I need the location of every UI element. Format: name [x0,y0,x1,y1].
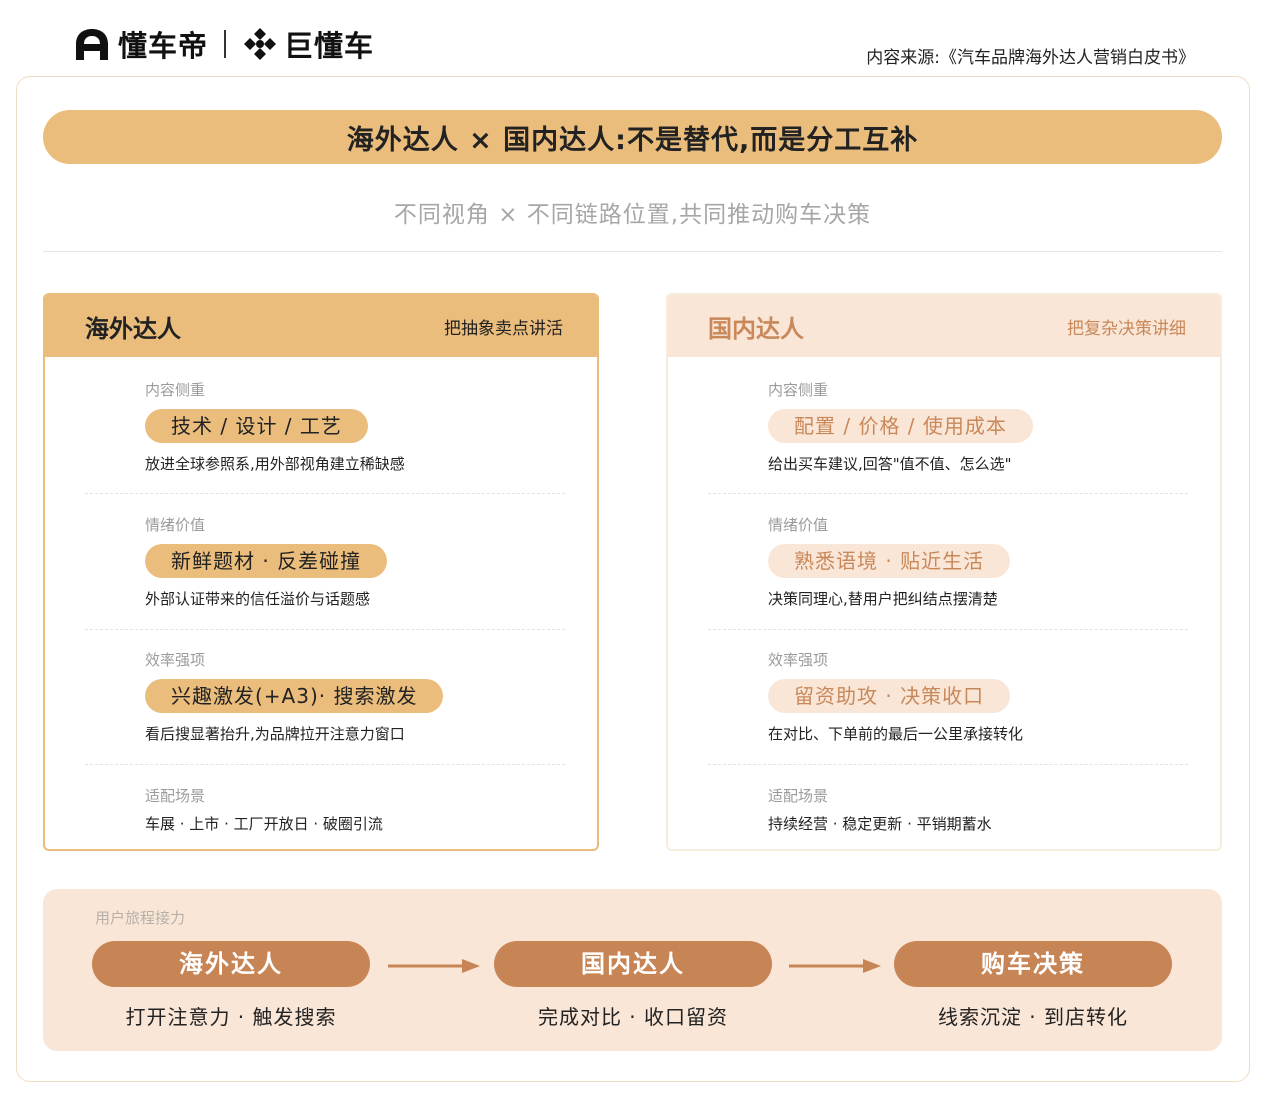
section-pill: 新鲜题材 · 反差碰撞 [145,544,388,578]
card-tagline: 把抽象卖点讲活 [444,318,563,339]
brand-name-2: 巨懂车 [284,29,375,63]
section-pill: 留资助攻 · 决策收口 [768,679,1011,713]
step-desc: 打开注意力 · 触发搜索 [125,1005,337,1029]
step-desc: 完成对比 · 收口留资 [537,1005,729,1029]
step-title: 海外达人 [92,941,370,987]
judongche-logo-icon [244,28,277,60]
section-desc: 看后搜显著抬升,为品牌拉开注意力窗口 [145,725,405,743]
step-desc: 线索沉淀 · 到店转化 [937,1005,1129,1029]
divider [43,251,1222,252]
card-header: 国内达人 把复杂决策讲细 [668,295,1220,357]
journey-step-overseas: 海外达人 打开注意力 · 触发搜索 [92,941,370,1030]
section-label: 适配场景 [145,787,206,805]
section-desc: 在对比、下单前的最后一公里承接转化 [768,725,1024,743]
section-desc: 持续经营 · 稳定更新 · 平销期蓄水 [768,815,992,833]
arrow-right-icon [388,959,480,973]
section-label: 效率强项 [768,651,829,669]
user-journey: 用户旅程接力 海外达人 打开注意力 · 触发搜索 国内达人 完成对比 · 收口留… [43,889,1222,1051]
section-label: 效率强项 [145,651,206,669]
section-pill: 配置 / 价格 / 使用成本 [768,409,1033,443]
section-pill: 熟悉语境 · 贴近生活 [768,544,1011,578]
card-title: 海外达人 [85,314,181,343]
journey-step-domestic: 国内达人 完成对比 · 收口留资 [494,941,772,1030]
section-scenarios: 适配场景 持续经营 · 稳定更新 · 平销期蓄水 [768,785,1188,834]
brand-name-1: 懂车帝 [118,29,209,63]
section-efficiency: 效率强项 兴趣激发(+A3)· 搜索激发 看后搜显著抬升,为品牌拉开注意力窗口 [145,649,565,744]
page-title: 海外达人 × 国内达人:不是替代,而是分工互补 [43,110,1222,164]
section-content-focus: 内容侧重 配置 / 价格 / 使用成本 给出买车建议,回答"值不值、怎么选" [768,379,1188,474]
dashed-divider [85,629,565,630]
section-efficiency: 效率强项 留资助攻 · 决策收口 在对比、下单前的最后一公里承接转化 [768,649,1188,744]
section-label: 内容侧重 [145,381,206,399]
section-desc: 放进全球参照系,用外部视角建立稀缺感 [145,455,405,473]
logo-divider [224,30,227,58]
top-bar: 懂车帝 巨懂车 内容来源:《汽车品牌海外达人营销白皮书》 [0,0,1265,76]
card-header: 海外达人 把抽象卖点讲活 [45,295,597,357]
card-title: 国内达人 [708,314,804,343]
dongchedi-logo-icon [76,29,108,60]
step-title: 购车决策 [894,941,1172,987]
section-label: 情绪价值 [145,516,206,534]
dashed-divider [85,493,565,494]
step-title: 国内达人 [494,941,772,987]
journey-label: 用户旅程接力 [95,909,186,927]
card-overseas: 海外达人 把抽象卖点讲活 内容侧重 技术 / 设计 / 工艺 放进全球参照系,用… [43,293,599,851]
section-label: 内容侧重 [768,381,829,399]
section-emotional-value: 情绪价值 新鲜题材 · 反差碰撞 外部认证带来的信任溢价与话题感 [145,514,565,609]
page-subtitle: 不同视角 × 不同链路位置,共同推动购车决策 [393,202,872,228]
section-pill: 技术 / 设计 / 工艺 [145,409,368,443]
arrow-right-icon [789,959,881,973]
section-desc: 决策同理心,替用户把纠结点摆清楚 [768,590,998,608]
dashed-divider [708,629,1188,630]
section-label: 适配场景 [768,787,829,805]
section-content-focus: 内容侧重 技术 / 设计 / 工艺 放进全球参照系,用外部视角建立稀缺感 [145,379,565,474]
section-emotional-value: 情绪价值 熟悉语境 · 贴近生活 决策同理心,替用户把纠结点摆清楚 [768,514,1188,609]
section-desc: 外部认证带来的信任溢价与话题感 [145,590,371,608]
section-pill: 兴趣激发(+A3)· 搜索激发 [145,679,444,713]
brand-logos: 懂车帝 巨懂车 [72,24,374,64]
section-desc: 车展 · 上市 · 工厂开放日 · 破圈引流 [145,815,383,833]
journey-step-purchase: 购车决策 线索沉淀 · 到店转化 [894,941,1172,1030]
dashed-divider [85,764,565,765]
section-label: 情绪价值 [768,516,829,534]
section-scenarios: 适配场景 车展 · 上市 · 工厂开放日 · 破圈引流 [145,785,565,834]
content-source: 内容来源:《汽车品牌海外达人营销白皮书》 [866,48,1195,68]
card-domestic: 国内达人 把复杂决策讲细 内容侧重 配置 / 价格 / 使用成本 给出买车建议,… [666,293,1222,851]
card-tagline: 把复杂决策讲细 [1067,318,1186,339]
dashed-divider [708,764,1188,765]
dashed-divider [708,493,1188,494]
section-desc: 给出买车建议,回答"值不值、怎么选" [768,455,1012,473]
